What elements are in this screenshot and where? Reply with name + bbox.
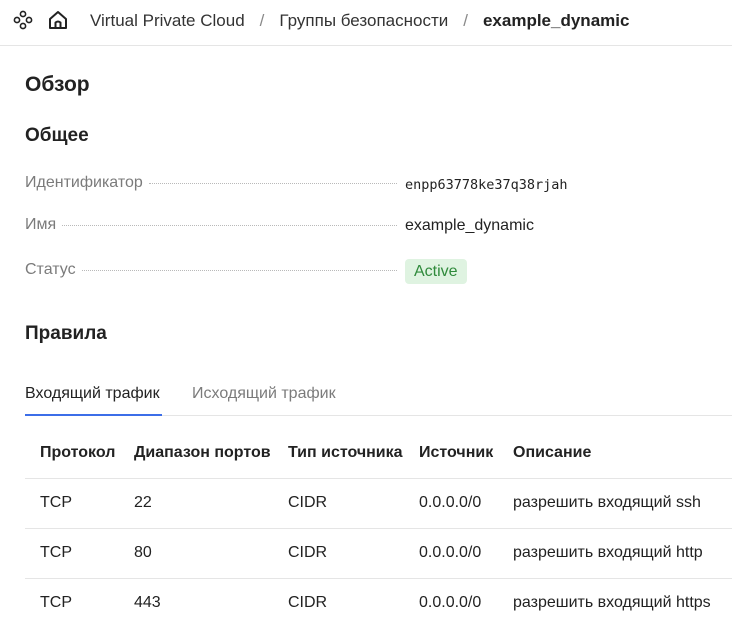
- active-tab-indicator: [25, 414, 162, 416]
- cell-source-type: CIDR: [288, 577, 419, 628]
- cell-description: разрешить входящий http: [513, 527, 732, 578]
- field-value-name: example_dynamic: [405, 217, 534, 234]
- column-header-source[interactable]: Источник: [419, 428, 513, 478]
- table-row[interactable]: TCP 80 CIDR 0.0.0.0/0 разрешить входящий…: [25, 527, 732, 578]
- cell-protocol: TCP: [25, 527, 134, 578]
- leader-dots: [148, 183, 397, 184]
- breadcrumb-vpc[interactable]: Virtual Private Cloud: [90, 11, 245, 31]
- cell-port-range: 80: [134, 527, 288, 578]
- status-badge: Active: [405, 259, 467, 284]
- cell-source: 0.0.0.0/0: [419, 477, 513, 528]
- page-title: Обзор: [25, 73, 90, 96]
- breadcrumb-security-groups[interactable]: Группы безопасности: [279, 11, 448, 31]
- cell-description: разрешить входящий https: [513, 577, 732, 628]
- cell-port-range: 22: [134, 477, 288, 528]
- tab-ingress[interactable]: Входящий трафик: [25, 385, 160, 403]
- cell-protocol: TCP: [25, 477, 134, 528]
- column-header-description[interactable]: Описание: [513, 428, 732, 478]
- field-label-status: Статус: [25, 261, 76, 278]
- column-header-source-type[interactable]: Тип источника: [288, 428, 419, 478]
- breadcrumb-bar: Virtual Private Cloud / Группы безопасно…: [0, 0, 732, 46]
- breadcrumb-separator: /: [463, 11, 468, 30]
- field-label-name: Имя: [25, 216, 57, 233]
- table-header-row: Протокол Диапазон портов Тип источника И…: [25, 428, 732, 478]
- tab-egress[interactable]: Исходящий трафик: [192, 385, 336, 403]
- cell-source-type: CIDR: [288, 527, 419, 578]
- cell-source-type: CIDR: [288, 477, 419, 528]
- home-icon[interactable]: [47, 9, 69, 31]
- cell-source: 0.0.0.0/0: [419, 527, 513, 578]
- table-row[interactable]: TCP 443 CIDR 0.0.0.0/0 разрешить входящи…: [25, 577, 732, 628]
- field-row-status: Статус: [25, 261, 405, 285]
- column-header-protocol[interactable]: Протокол: [25, 428, 134, 478]
- breadcrumb: Virtual Private Cloud / Группы безопасно…: [90, 10, 629, 32]
- traffic-tabs: Входящий трафик Исходящий трафик: [25, 381, 732, 416]
- cell-description: разрешить входящий ssh: [513, 477, 732, 528]
- section-heading-general: Общее: [25, 125, 89, 146]
- cell-protocol: TCP: [25, 577, 134, 628]
- leader-dots: [62, 225, 397, 226]
- table-row[interactable]: TCP 22 CIDR 0.0.0.0/0 разрешить входящий…: [25, 477, 732, 528]
- breadcrumb-current: example_dynamic: [482, 11, 630, 30]
- field-row-id: Идентификатор: [25, 174, 405, 198]
- section-heading-rules: Правила: [25, 323, 107, 344]
- field-label-id: Идентификатор: [25, 174, 143, 191]
- cell-source: 0.0.0.0/0: [419, 577, 513, 628]
- leader-dots: [81, 270, 397, 271]
- field-row-name: Имя: [25, 216, 405, 240]
- services-hub-icon[interactable]: [13, 10, 33, 30]
- breadcrumb-separator: /: [259, 11, 265, 30]
- column-header-port-range[interactable]: Диапазон портов: [134, 428, 288, 478]
- cell-port-range: 443: [134, 577, 288, 628]
- field-value-id: enpp63778ke37q38rjah: [405, 177, 568, 193]
- rules-table: Протокол Диапазон портов Тип источника И…: [25, 428, 732, 628]
